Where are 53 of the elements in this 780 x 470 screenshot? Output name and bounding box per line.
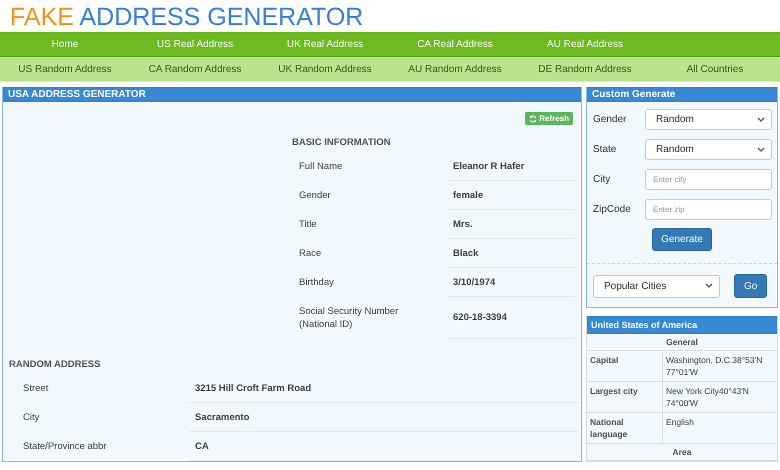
chevron-down-icon — [757, 116, 765, 122]
field-value: Eleanor R Hafer — [447, 152, 575, 181]
table-section-heading: Area — [587, 444, 777, 461]
field-label: City — [22, 411, 40, 425]
table-section-heading: General — [587, 334, 777, 351]
table-cell-text: Washington, D.C.38°53′N 77°01′W — [665, 354, 764, 379]
go-button[interactable]: Go — [734, 274, 768, 298]
field-label: Birthday — [298, 276, 335, 290]
field-label: ZipCode — [593, 204, 632, 215]
field-value: 3/10/1974 — [447, 268, 575, 297]
field-value: Black — [447, 239, 575, 268]
field-label: Race — [298, 247, 322, 261]
generate-button[interactable]: Generate — [652, 228, 712, 251]
table-cell: Capital — [587, 351, 663, 381]
field-value: Mrs. — [447, 210, 575, 239]
input-field[interactable]: Enter zip — [645, 199, 772, 220]
site-logo[interactable]: FAKE ADDRESS GENERATOR — [0, 0, 780, 32]
field-label: Title — [298, 218, 318, 232]
refresh-icon — [529, 114, 538, 122]
table-title: United States of America — [587, 316, 777, 334]
panel-title: Custom Generate — [587, 87, 777, 102]
nav-link[interactable]: DE Random Address — [520, 64, 650, 74]
field-value: CA — [189, 432, 579, 461]
table-cell: National language — [587, 413, 663, 443]
field-label: Social Security Number (National ID) — [298, 305, 400, 332]
field-label: Gender — [593, 114, 628, 125]
nav-link[interactable]: AU Random Address — [390, 64, 520, 74]
chevron-down-icon — [705, 283, 713, 289]
panel-title: USA ADDRESS GENERATOR — [3, 87, 581, 102]
table-cell-text: New York City40°43′N 74°00′W — [665, 385, 750, 410]
field-label: Full Name — [298, 160, 344, 174]
select-field[interactable]: Random — [645, 109, 772, 130]
field-value: 3215 Hill Croft Farm Road — [189, 374, 579, 403]
input-field[interactable]: Enter city — [645, 169, 772, 190]
field-value: Sacramento — [189, 403, 579, 432]
select-field[interactable]: Random — [645, 139, 772, 160]
table-cell: Largest city — [587, 382, 663, 412]
nav-link[interactable]: UK Random Address — [260, 64, 390, 74]
field-label: Gender — [298, 189, 332, 203]
table-cell-text: English — [665, 416, 695, 429]
field-label: State — [593, 144, 618, 155]
chevron-down-icon — [757, 146, 765, 152]
field-value: female — [447, 181, 575, 210]
nav-link[interactable]: All Countries — [650, 64, 780, 74]
nav-link[interactable]: CA Random Address — [130, 64, 260, 74]
field-value: 620-18-3394 — [447, 297, 575, 339]
nav-link[interactable]: US Random Address — [0, 64, 130, 74]
section-heading: BASIC INFORMATION — [292, 137, 392, 148]
section-heading: RANDOM ADDRESS — [9, 359, 102, 370]
field-label: State/Province abbr — [22, 440, 108, 454]
field-label: Street — [22, 382, 50, 396]
field-label: City — [593, 174, 612, 185]
select-field[interactable]: Popular Cities — [593, 274, 720, 298]
